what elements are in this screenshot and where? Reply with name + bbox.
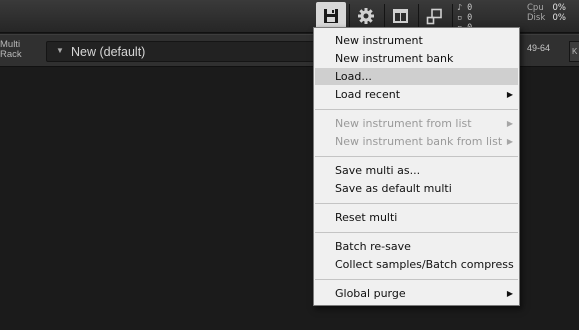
- options-button[interactable]: [351, 2, 381, 30]
- menu-separator: [315, 203, 518, 204]
- toolbar-divider: [452, 4, 453, 28]
- submenu-arrow-icon: ▶: [506, 119, 513, 128]
- memory-icon: ▫: [457, 13, 463, 23]
- memory-value: 0: [467, 13, 473, 23]
- menu-item-reset-multi[interactable]: Reset multi: [315, 209, 518, 226]
- submenu-arrow-icon: ▶: [506, 90, 513, 99]
- disk-value: 0%: [552, 13, 567, 23]
- menu-item-collect-samples[interactable]: Collect samples/Batch compress: [315, 256, 518, 273]
- menu-item-new-instrument[interactable]: New instrument: [315, 32, 518, 49]
- menu-separator: [315, 232, 518, 233]
- gear-icon: [358, 8, 374, 24]
- note-icon: ♪: [457, 3, 463, 13]
- menu-item-save-multi-as[interactable]: Save multi as...: [315, 162, 518, 179]
- menu-separator: [315, 279, 518, 280]
- menu-item-load-recent[interactable]: Load recent ▶: [315, 86, 518, 103]
- menu-item-batch-resave[interactable]: Batch re-save: [315, 238, 518, 255]
- layout-icon: [392, 9, 408, 23]
- k-button[interactable]: K: [569, 41, 579, 62]
- multi-rack-label: Multi Rack: [0, 39, 22, 60]
- multi-name: New (default): [71, 45, 146, 59]
- minimize-view-button[interactable]: [419, 2, 449, 30]
- menu-item-save-as-default-multi[interactable]: Save as default multi: [315, 180, 518, 197]
- channel-range-button[interactable]: 49-64: [527, 43, 550, 53]
- files-menu-button[interactable]: [316, 2, 346, 30]
- performance-meters: Cpu 0% Disk 0%: [527, 3, 566, 23]
- multi-name-field[interactable]: ▼ New (default): [46, 41, 346, 62]
- menu-item-new-instrument-bank[interactable]: New instrument bank: [315, 50, 518, 67]
- menu-item-new-instrument-from-list: New instrument from list ▶: [335, 117, 513, 130]
- menu-item-load[interactable]: Load...: [315, 68, 518, 85]
- cpu-label: Cpu: [527, 3, 544, 13]
- menu-item-global-purge[interactable]: Global purge ▶: [315, 285, 518, 302]
- submenu-arrow-icon: ▶: [506, 137, 513, 146]
- files-context-menu: New instrument New instrument bank Load.…: [313, 27, 520, 306]
- menu-item-new-instrument-bank-from-list: New instrument bank from list ▶: [335, 135, 513, 148]
- cpu-value: 0%: [552, 3, 567, 13]
- floppy-disk-icon: [324, 9, 338, 23]
- menu-separator: [315, 109, 518, 110]
- toolbar-divider: [349, 4, 350, 28]
- menu-separator: [315, 156, 518, 157]
- voice-count: 0: [467, 3, 473, 13]
- submenu-arrow-icon: ▶: [506, 289, 513, 298]
- disk-label: Disk: [527, 13, 546, 23]
- resize-window-icon: [426, 8, 442, 24]
- dropdown-arrow-icon[interactable]: ▼: [56, 46, 64, 55]
- rack-view-button[interactable]: [385, 2, 415, 30]
